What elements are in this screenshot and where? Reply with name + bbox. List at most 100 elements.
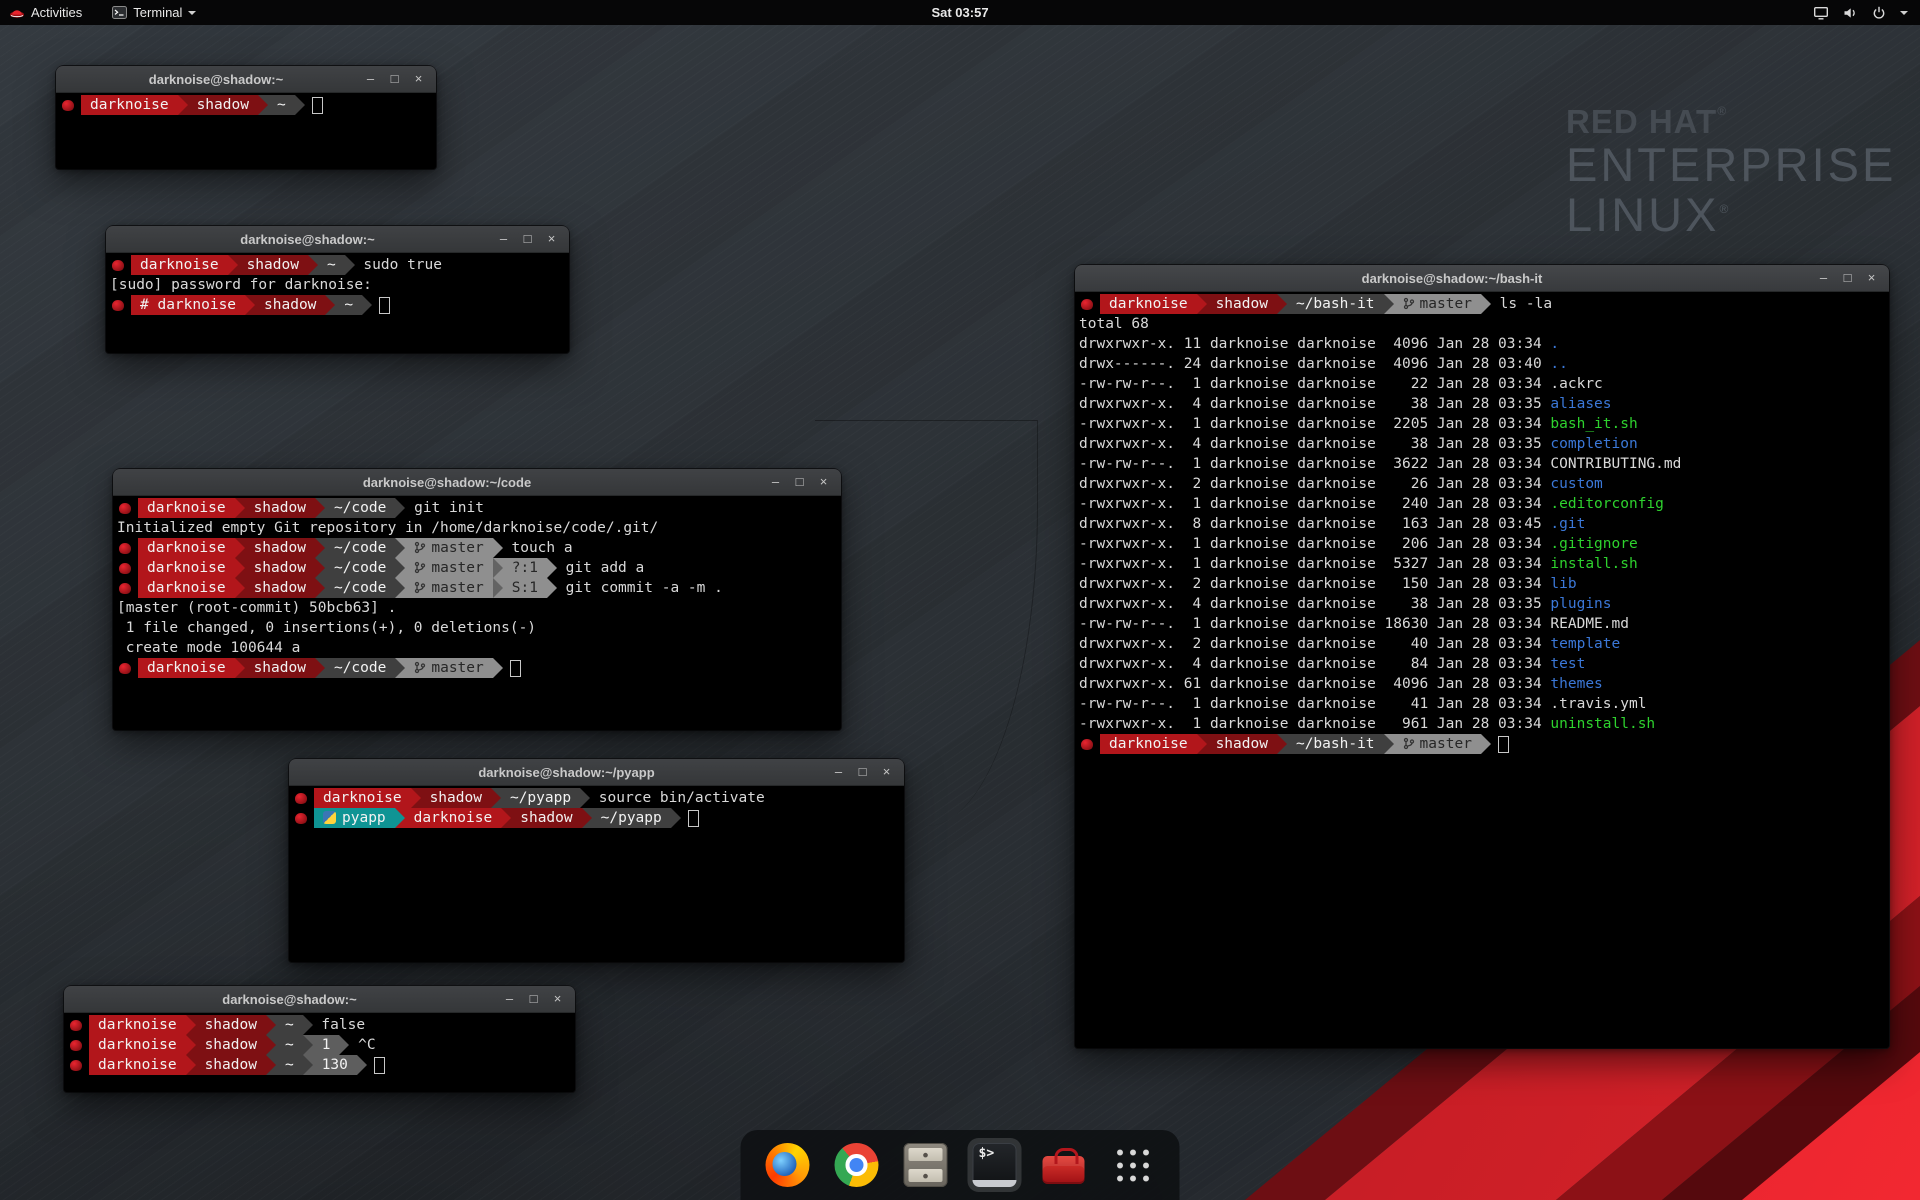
terminal-content[interactable]: darknoiseshadow~/pyapp source bin/activa… — [289, 786, 904, 962]
powerline-arrow-icon — [395, 578, 405, 598]
window-titlebar[interactable]: darknoise@shadow:~/pyapp–□× — [289, 759, 904, 786]
close-button[interactable]: × — [815, 469, 832, 495]
dock-item-chrome[interactable] — [830, 1138, 884, 1192]
window-titlebar[interactable]: darknoise@shadow:~/code–□× — [113, 469, 841, 496]
app-menu-terminal[interactable]: Terminal — [103, 0, 205, 25]
powerline-arrow-icon — [580, 788, 590, 808]
terminal-text: git init — [405, 498, 484, 518]
terminal-text: create mode 100644 a — [117, 638, 300, 658]
prompt-segment-git: ?:1 — [503, 558, 547, 578]
dock-item-firefox[interactable] — [761, 1138, 815, 1192]
maximize-button[interactable]: □ — [386, 66, 403, 92]
window-titlebar[interactable]: darknoise@shadow:~ –□ × — [56, 66, 436, 93]
close-button[interactable]: × — [878, 759, 895, 785]
terminal-line: [sudo] password for darknoise: — [110, 275, 565, 295]
maximize-button[interactable]: □ — [519, 226, 536, 252]
prompt-segment-host: shadow — [188, 95, 258, 115]
prompt-segment-user: darknoise — [138, 578, 235, 598]
terminal-content[interactable]: darknoiseshadow~ sudo true[sudo] passwor… — [106, 253, 569, 353]
prompt-segment-host: shadow — [245, 498, 315, 518]
dock-item-terminal[interactable]: $> — [968, 1138, 1022, 1192]
powerline-arrow-icon — [308, 255, 318, 275]
terminal-line: darknoiseshadow~130 — [68, 1055, 571, 1075]
powerline-arrow-icon — [395, 538, 405, 558]
maximize-button[interactable]: □ — [1839, 265, 1856, 291]
close-button[interactable]: × — [410, 66, 427, 92]
terminal-content[interactable]: darknoiseshadow~/code git initInitialize… — [113, 496, 841, 730]
power-icon — [1871, 5, 1887, 21]
prompt-segment-user: darknoise — [138, 658, 235, 678]
prompt-segment-host: shadow — [245, 538, 315, 558]
powerline-arrow-icon — [671, 808, 681, 828]
terminal-text: false — [313, 1015, 365, 1035]
terminal-text: .editorconfig — [1550, 494, 1664, 514]
terminal-text: [master (root-commit) 50bcb63] . — [117, 598, 396, 618]
clock[interactable]: Sat 03:57 — [931, 0, 988, 25]
window-titlebar[interactable]: darknoise@shadow:~–□× — [64, 986, 575, 1013]
dock: $> — [741, 1130, 1180, 1200]
terminal-text: drwxrwxr-x. 2 darknoise darknoise 40 Jan… — [1079, 634, 1550, 654]
terminal-text: bash_it.sh — [1550, 414, 1637, 434]
terminal-content[interactable]: darknoiseshadow~ falsedarknoiseshadow~1 … — [64, 1013, 575, 1092]
maximize-button[interactable]: □ — [854, 759, 871, 785]
minimize-button[interactable]: – — [362, 66, 379, 92]
prompt-segment-user: # darknoise — [131, 295, 245, 315]
dock-item-files[interactable] — [899, 1138, 953, 1192]
prompt-segment-host: shadow — [255, 295, 325, 315]
prompt-segment-path: ~ — [268, 95, 295, 115]
prompt-segment-user: darknoise — [405, 808, 502, 828]
terminal-cursor — [312, 97, 323, 114]
terminal-text: git add a — [557, 558, 644, 578]
terminal-text: .git — [1550, 514, 1585, 534]
terminal-text: 1 file changed, 0 insertions(+), 0 delet… — [117, 618, 536, 638]
terminal-line: drwxrwxr-x. 8 darknoise darknoise 163 Ja… — [1079, 514, 1885, 534]
terminal-line: darknoiseshadow~ sudo true — [110, 255, 565, 275]
window-titlebar[interactable]: darknoise@shadow:~/bash-it –□ × — [1075, 265, 1889, 292]
dock-item-app-grid[interactable] — [1106, 1138, 1160, 1192]
powerline-arrow-icon — [245, 295, 255, 315]
terminal-window-sudo: darknoise@shadow:~–□×darknoiseshadow~ su… — [106, 226, 569, 353]
prompt-segment-user: darknoise — [1100, 294, 1197, 314]
maximize-button[interactable]: □ — [525, 986, 542, 1012]
volume-icon — [1842, 5, 1858, 21]
prompt-segment-user: darknoise — [89, 1055, 186, 1075]
minimize-button[interactable]: – — [1815, 265, 1832, 291]
terminal-text: install.sh — [1550, 554, 1637, 574]
powerline-arrow-icon — [493, 558, 503, 578]
terminal-text: -rwxrwxr-x. 1 darknoise darknoise 961 Ja… — [1079, 714, 1550, 734]
window-title: darknoise@shadow:~/bash-it — [1105, 271, 1799, 286]
terminal-line: darknoiseshadow~/codemaster — [117, 658, 837, 678]
terminal-content[interactable]: darknoise shadow ~ — [56, 93, 436, 169]
minimize-button[interactable]: – — [830, 759, 847, 785]
powerline-arrow-icon — [178, 95, 188, 115]
prompt-segment-user: darknoise — [81, 95, 178, 115]
terminal-line: drwxrwxr-x. 11 darknoise darknoise 4096 … — [1079, 334, 1885, 354]
prompt-segment-git: master — [405, 538, 492, 558]
powerline-arrow-icon — [266, 1055, 276, 1075]
terminal-content[interactable]: darknoiseshadow~/bash-itmaster ls -latot… — [1075, 292, 1889, 1048]
close-button[interactable]: × — [1863, 265, 1880, 291]
close-button[interactable]: × — [549, 986, 566, 1012]
powerline-arrow-icon — [1197, 294, 1207, 314]
prompt-segment-host: shadow — [245, 558, 315, 578]
maximize-button[interactable]: □ — [791, 469, 808, 495]
minimize-button[interactable]: – — [495, 226, 512, 252]
window-titlebar[interactable]: darknoise@shadow:~–□× — [106, 226, 569, 253]
activities-button[interactable]: Activities — [0, 0, 91, 25]
window-title: darknoise@shadow:~ — [86, 72, 346, 87]
terminal-text: -rw-rw-r--. 1 darknoise darknoise 3622 J… — [1079, 454, 1681, 474]
top-bar: Activities Terminal Sat 03:57 — [0, 0, 1920, 25]
terminal-cursor — [374, 1057, 385, 1074]
powerline-arrow-icon — [411, 788, 421, 808]
terminal-text: completion — [1550, 434, 1637, 454]
dock-item-toolbox[interactable] — [1037, 1138, 1091, 1192]
minimize-button[interactable]: – — [501, 986, 518, 1012]
rhel-branding: RED HAT® ENTERPRISE LINUX® — [1566, 104, 1896, 241]
powerline-arrow-icon — [491, 788, 501, 808]
close-button[interactable]: × — [543, 226, 560, 252]
powerline-arrow-icon — [235, 498, 245, 518]
powerline-arrow-icon — [339, 1035, 349, 1055]
system-status-area[interactable] — [1813, 0, 1920, 25]
minimize-button[interactable]: – — [767, 469, 784, 495]
terminal-text: drwxrwxr-x. 61 darknoise darknoise 4096 … — [1079, 674, 1550, 694]
